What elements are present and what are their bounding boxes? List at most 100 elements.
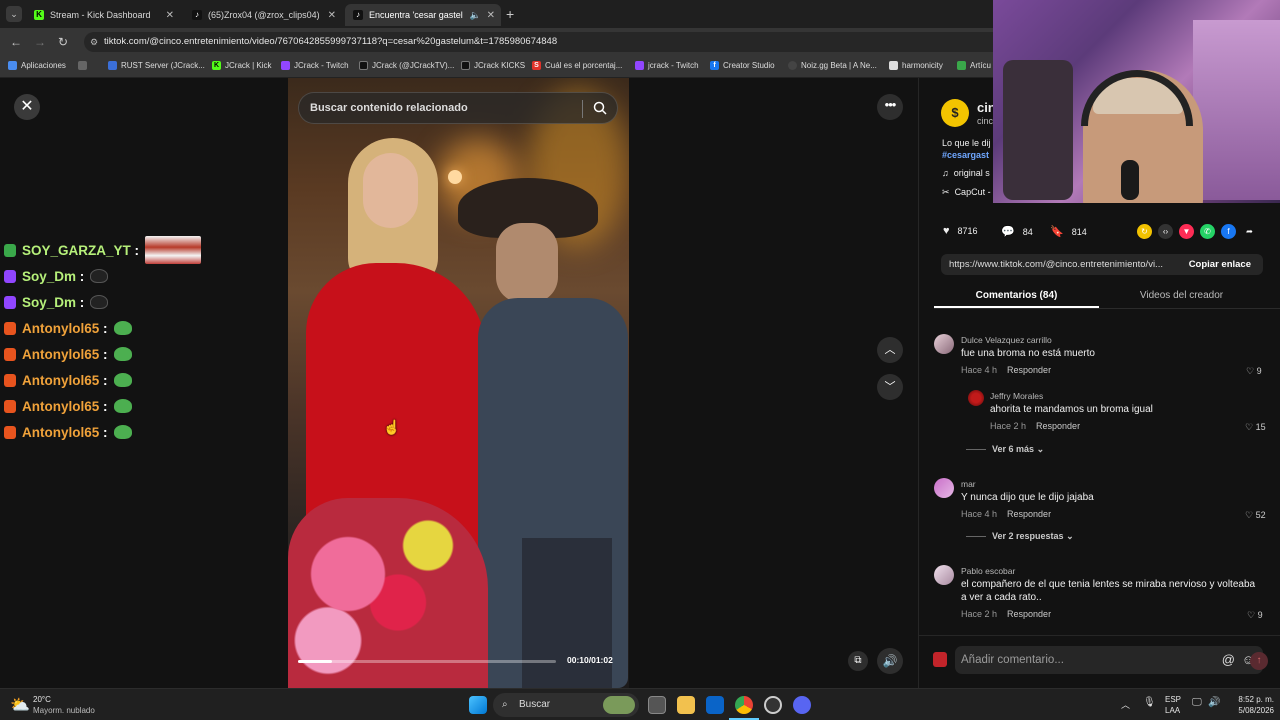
obs-icon[interactable]	[764, 696, 782, 714]
chrome-icon[interactable]	[735, 696, 753, 714]
keyboard-lang[interactable]: ESP	[1165, 695, 1181, 704]
bookmark-jcrack-twitch[interactable]: JCrack - Twitch	[281, 61, 349, 70]
frog-emote-icon	[113, 373, 132, 387]
network-icon[interactable]: 🖵	[1192, 697, 1202, 708]
discord-icon[interactable]	[793, 696, 811, 714]
bookmark-porcentaje[interactable]: S Cuál es el porcentaj...	[532, 61, 622, 70]
close-button[interactable]: ✕	[14, 94, 40, 120]
previous-video-button[interactable]: ︿	[877, 337, 903, 363]
comment-author[interactable]: mar	[961, 479, 976, 489]
comment-like-button[interactable]: ♡ 15	[1245, 422, 1266, 433]
back-arrow-icon[interactable]: ←	[10, 35, 22, 49]
tab-kick-dashboard[interactable]: K Stream - Kick Dashboard ✕	[26, 4, 180, 26]
video-player[interactable]: Buscar contenido relacionado 00:10/01:02…	[288, 78, 629, 688]
tab-list-chevron-icon[interactable]: ⌄	[6, 6, 22, 22]
file-explorer-icon[interactable]	[677, 696, 695, 714]
bookmark-noiz[interactable]: Noiz.gg Beta | A Ne...	[788, 61, 877, 70]
woman-face	[363, 153, 418, 228]
keyboard-layout[interactable]: LAA	[1165, 706, 1180, 715]
windows-start-icon[interactable]	[469, 696, 487, 714]
bookmark-jcrack-kick[interactable]: K JCrack | Kick	[212, 61, 272, 70]
repost-icon[interactable]: ↻	[1137, 224, 1152, 239]
whatsapp-icon[interactable]: ✆	[1200, 224, 1215, 239]
avatar[interactable]	[968, 390, 984, 406]
embed-code-icon[interactable]: ‹›	[1158, 224, 1173, 239]
facebook-icon[interactable]: f	[1221, 224, 1236, 239]
video-link-field[interactable]: https://www.tiktok.com/@cinco.entretenim…	[941, 254, 1263, 275]
comment-author[interactable]: Jeffry Morales	[990, 391, 1043, 401]
reply-button[interactable]: Responder	[1007, 365, 1051, 375]
chevron-up-icon: ︿	[884, 344, 896, 356]
comment-button[interactable]: 💬 84	[1001, 225, 1033, 238]
capcut-link[interactable]: ✂ CapCut -	[942, 187, 991, 198]
comment-author[interactable]: Pablo escobar	[961, 566, 1015, 576]
sound-link[interactable]: ♫ original s	[942, 168, 990, 178]
taskbar-search[interactable]: ⌕ Buscar	[493, 693, 639, 717]
weather-cloud-icon[interactable]: ⛅	[10, 695, 30, 715]
pip-button[interactable]: ⧉	[848, 651, 868, 671]
view-replies-button[interactable]: Ver 2 respuestas ⌄	[966, 531, 1074, 542]
forward-arrow-icon[interactable]: →	[34, 35, 46, 49]
avatar[interactable]	[934, 565, 954, 585]
share-arrow-icon[interactable]: ➦	[1242, 224, 1257, 239]
post-comment-button[interactable]: ↑	[1250, 652, 1268, 670]
close-tab-icon[interactable]: ✕	[487, 10, 495, 21]
comment-like-button[interactable]: ♡ 9	[1246, 366, 1262, 377]
copy-link-button[interactable]: Copiar enlace	[1177, 254, 1263, 275]
microphone-icon[interactable]: 🎙	[1143, 697, 1156, 708]
url-field[interactable]: ⚙ tiktok.com/@cinco.entretenimiento/vide…	[84, 32, 1004, 52]
site-info-icon[interactable]: ⚙	[90, 32, 98, 52]
reply-button[interactable]: Responder	[1007, 609, 1051, 619]
reload-icon[interactable]: ↻	[58, 35, 68, 49]
speaker-icon[interactable]: 🔈	[470, 10, 481, 21]
video-progress-bar[interactable]	[298, 660, 556, 663]
bookmark-creator-studio[interactable]: f Creator Studio	[710, 61, 775, 70]
volume-icon[interactable]: 🔊	[1208, 697, 1220, 708]
reply-button[interactable]: Responder	[1007, 509, 1051, 519]
mention-icon[interactable]: @	[1222, 646, 1235, 674]
user-avatar[interactable]	[933, 652, 947, 667]
bookmark-rust[interactable]: RUST Server (JCrack...	[108, 61, 205, 70]
related-search-input[interactable]: Buscar contenido relacionado	[298, 92, 618, 124]
video-progress-fill	[298, 660, 332, 663]
mail-icon[interactable]	[706, 696, 724, 714]
more-options-button[interactable]: •••	[877, 94, 903, 120]
avatar[interactable]	[934, 334, 954, 354]
tab-comments[interactable]: Comentarios (84)	[934, 290, 1099, 301]
tab-tiktok-search[interactable]: ♪ Encuentra 'cesar gastelum' 🔈 ✕	[345, 4, 501, 26]
tab-creator-videos[interactable]: Videos del creador	[1099, 290, 1264, 301]
close-tab-icon[interactable]: ✕	[166, 10, 174, 21]
bookmark-articulo[interactable]: Artícu	[957, 61, 991, 70]
reply-button[interactable]: Responder	[1036, 421, 1080, 431]
comment-like-button[interactable]: ♡ 9	[1247, 610, 1263, 621]
heart-outline-icon: ♡	[1245, 422, 1254, 432]
comment-like-button[interactable]: ♡ 52	[1245, 510, 1266, 521]
search-icon[interactable]	[593, 93, 607, 123]
bookmark-harmonicity[interactable]: harmonicity	[889, 61, 943, 70]
bookmark-jcrack-twitch-2[interactable]: jcrack - Twitch	[635, 61, 699, 70]
comment-input[interactable]: Añadir comentario... @ ☺	[955, 646, 1263, 674]
save-button[interactable]: 🔖 814	[1050, 225, 1087, 238]
creator-avatar[interactable]: $	[941, 99, 969, 127]
bookmark-jcrack-kicks[interactable]: JCrack KICKS	[461, 61, 525, 70]
volume-button[interactable]: 🔊	[877, 648, 903, 674]
clock-date[interactable]: 5/08/2026	[1228, 706, 1274, 715]
comment-author[interactable]: Dulce Velazquez carrillo	[961, 335, 1052, 345]
new-tab-plus-icon[interactable]: +	[506, 6, 514, 22]
bookmark-label: JCrack - Twitch	[294, 61, 349, 70]
divider	[934, 308, 1280, 309]
tab-tiktok-profile[interactable]: ♪ (65)Zrox04 (@zrox_clips04) | Tik ✕	[184, 4, 342, 26]
tray-chevron-up-icon[interactable]: ︿	[1121, 698, 1130, 711]
send-icon[interactable]: ▼	[1179, 224, 1194, 239]
next-video-button[interactable]: ﹀	[877, 374, 903, 400]
hashtag-link[interactable]: #cesargast	[942, 150, 989, 160]
close-tab-icon[interactable]: ✕	[328, 10, 336, 21]
bookmark-jcrack-tv[interactable]: JCrack (@JCrackTV)...	[359, 61, 454, 70]
view-more-replies-button[interactable]: Ver 6 más ⌄	[966, 444, 1044, 455]
bookmark-grid[interactable]	[78, 61, 91, 70]
task-view-icon[interactable]	[648, 696, 666, 714]
like-button[interactable]: ♥ 8716	[943, 225, 978, 237]
avatar[interactable]	[934, 478, 954, 498]
clock-time[interactable]: 8:52 p. m.	[1230, 695, 1274, 704]
bookmark-apps[interactable]: Aplicaciones	[8, 61, 66, 70]
